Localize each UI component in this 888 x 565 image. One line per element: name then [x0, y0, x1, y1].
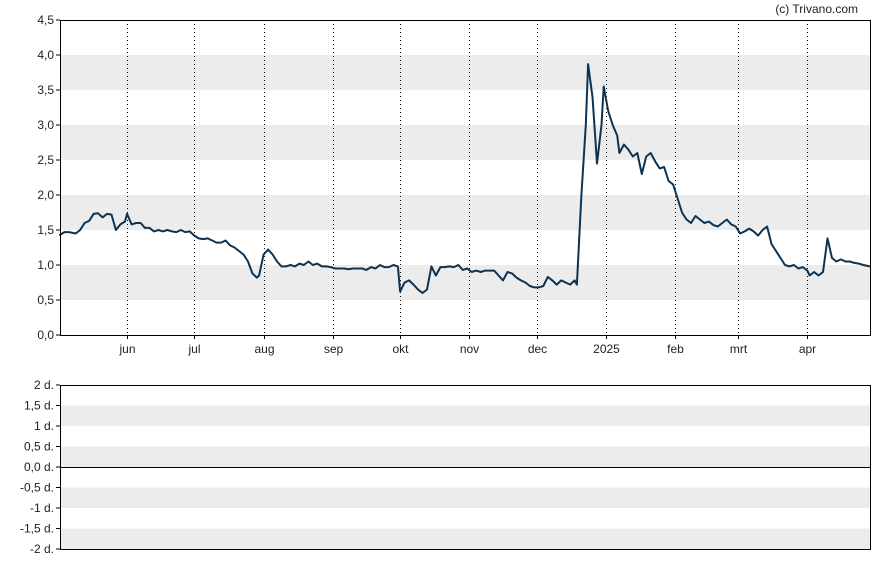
price-y-tick-label: 0,5	[37, 293, 54, 307]
price-chart-panel: 0,0 0,5 1,0 1,5 2,0 2,5 3,0 3,5 4,0 4,5 jun jul aug…	[37, 13, 871, 356]
price-y-tick-label: 1,0	[37, 258, 54, 272]
indicator-chart-band	[60, 487, 870, 508]
price-chart-band	[60, 55, 870, 90]
price-y-tick-label: 1,5	[37, 223, 54, 237]
indicator-y-tick-label: -0,5 d.	[20, 481, 54, 495]
indicator-chart-band	[60, 528, 870, 549]
indicator-y-tick-label: 2 d.	[34, 378, 54, 392]
price-x-tick-label: mrt	[730, 342, 748, 356]
price-x-tick-label: jun	[118, 342, 135, 356]
price-chart-band	[60, 265, 870, 300]
copyright-text: (c) Trivano.com	[775, 2, 858, 16]
price-y-tick-label: 3,5	[37, 83, 54, 97]
indicator-chart-panel: 2 d. 1,5 d. 1 d. 0,5 d. 0,0 d. -0,5 d. -1 d. -1…	[20, 378, 871, 556]
price-y-tick-label: 2,5	[37, 153, 54, 167]
indicator-chart-band	[60, 446, 870, 467]
price-y-tick-label: 3,0	[37, 118, 54, 132]
indicator-chart-band	[60, 405, 870, 426]
price-chart-x-ticks: jun jul aug sep okt nov dec 2025 feb mrt apr	[118, 335, 816, 356]
price-y-tick-label: 0,0	[37, 328, 54, 342]
price-chart-band	[60, 125, 870, 160]
indicator-y-tick-label: -1 d.	[30, 501, 54, 515]
price-x-tick-label: apr	[799, 342, 816, 356]
price-x-tick-label: sep	[324, 342, 344, 356]
indicator-chart-y-ticks: 2 d. 1,5 d. 1 d. 0,5 d. 0,0 d. -0,5 d. -1 d. -1…	[20, 378, 60, 556]
price-x-tick-label: aug	[254, 342, 274, 356]
price-x-tick-label: nov	[460, 342, 479, 356]
price-y-tick-label: 4,0	[37, 48, 54, 62]
price-chart-y-ticks: 0,0 0,5 1,0 1,5 2,0 2,5 3,0 3,5 4,0 4,5	[37, 13, 60, 342]
price-x-tick-label: okt	[392, 342, 409, 356]
indicator-y-tick-label: 1 d.	[34, 419, 54, 433]
indicator-y-tick-label: -2 d.	[30, 542, 54, 556]
indicator-y-tick-label: 1,5 d.	[24, 399, 54, 413]
price-x-tick-label: jul	[187, 342, 200, 356]
price-chart-band	[60, 195, 870, 230]
price-x-tick-label: feb	[667, 342, 684, 356]
indicator-y-tick-label: -1,5 d.	[20, 522, 54, 536]
price-x-tick-label: dec	[528, 342, 547, 356]
indicator-y-tick-label: 0,5 d.	[24, 440, 54, 454]
chart-canvas: (c) Trivano.com 0,0 0,5 1,0 1,5 2,0 2,5 3,0 3,5…	[20, 2, 871, 556]
price-y-tick-label: 4,5	[37, 13, 54, 27]
indicator-y-tick-label: 0,0 d.	[24, 460, 54, 474]
price-series-line	[59, 63, 871, 294]
price-chart-bands	[60, 55, 870, 300]
price-x-tick-label: 2025	[593, 342, 620, 356]
indicator-chart-bands	[60, 405, 870, 549]
price-y-tick-label: 2,0	[37, 188, 54, 202]
